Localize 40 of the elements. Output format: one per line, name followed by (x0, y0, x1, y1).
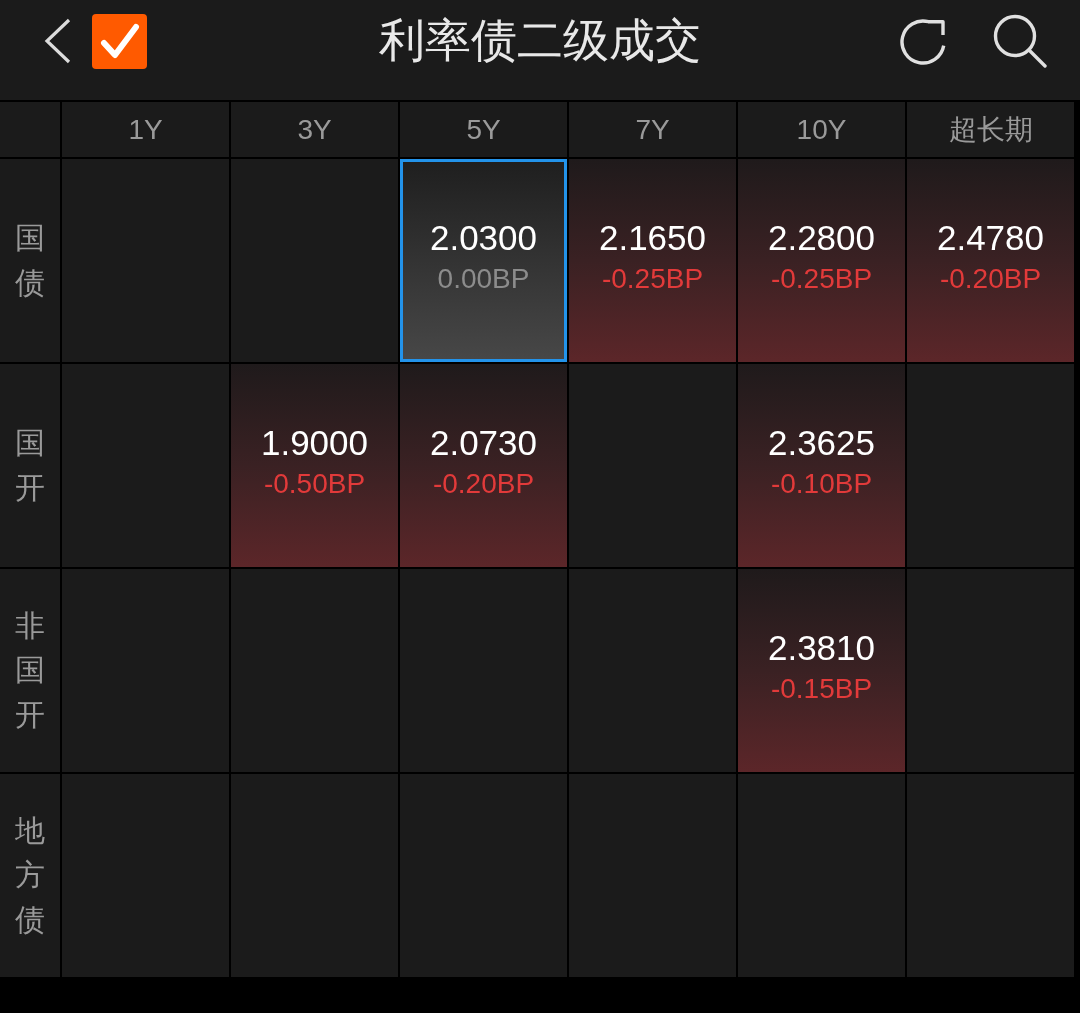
price-text: 2.0300 (429, 218, 538, 259)
change-text: -0.20BP (939, 262, 1042, 295)
refresh-icon[interactable] (898, 16, 948, 66)
price-text: 2.2800 (767, 218, 876, 259)
change-text: -0.25BP (770, 262, 873, 295)
column-header: 7Y (569, 102, 736, 157)
quote-cell[interactable]: 2.0300 0.00BP (400, 159, 567, 362)
row-header: 国债 (0, 159, 60, 362)
change-text: -0.50BP (263, 467, 366, 500)
column-header: 5Y (400, 102, 567, 157)
change-text: -0.20BP (432, 467, 535, 500)
row-header: 国开 (0, 364, 60, 567)
price-text: 2.4780 (936, 218, 1045, 259)
column-header: 10Y (738, 102, 905, 157)
quote-cell[interactable]: 2.1650 -0.25BP (569, 159, 736, 362)
quote-cell[interactable]: 2.3810 -0.15BP (738, 569, 905, 772)
change-text: -0.10BP (770, 467, 873, 500)
change-text: -0.15BP (770, 672, 873, 705)
price-text: 2.3625 (767, 423, 876, 464)
checkbox-icon[interactable] (92, 13, 147, 69)
column-header: 超长期 (907, 102, 1074, 157)
column-header: 1Y (62, 102, 229, 157)
row-header: 地方债 (0, 774, 60, 977)
change-text: 0.00BP (437, 262, 530, 295)
column-header: 3Y (231, 102, 398, 157)
change-text: -0.25BP (601, 262, 704, 295)
page-title: 利率债二级成交 (378, 13, 702, 69)
quote-cell[interactable]: 2.0730 -0.20BP (400, 364, 567, 567)
quote-cell[interactable]: 2.3625 -0.10BP (738, 364, 905, 567)
price-text: 2.3810 (767, 628, 876, 669)
price-text: 2.0730 (429, 423, 538, 464)
search-icon[interactable] (993, 14, 1047, 68)
price-text: 1.9000 (260, 423, 369, 464)
quote-cell[interactable]: 2.4780 -0.20BP (907, 159, 1074, 362)
price-text: 2.1650 (598, 218, 707, 259)
quote-cell[interactable]: 1.9000 -0.50BP (231, 364, 398, 567)
corner-cell (0, 102, 60, 157)
back-icon[interactable] (44, 18, 71, 64)
quote-cell[interactable]: 2.2800 -0.25BP (738, 159, 905, 362)
row-header: 非国开 (0, 569, 60, 772)
